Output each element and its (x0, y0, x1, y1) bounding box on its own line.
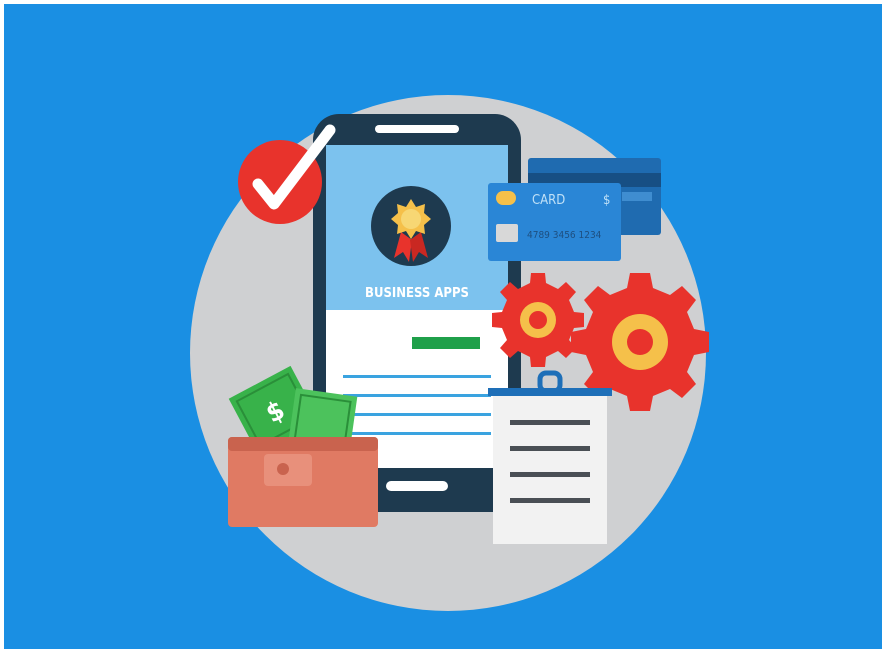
phone-title: BUSINESS APPS (365, 286, 469, 301)
award-badge-icon (371, 186, 451, 266)
text-line (343, 432, 491, 435)
card-symbol: $ (603, 193, 610, 208)
card-label: CARD (532, 193, 565, 208)
wallet-icon (228, 437, 378, 527)
phone-green-bar (412, 337, 480, 349)
text-line (343, 375, 491, 378)
business-apps-illustration: BUSINESS APPS CARD $ 4789 3456 1234 $ (190, 95, 709, 611)
illustration: BUSINESS APPS CARD $ 4789 3456 1234 $ (0, 0, 885, 653)
small-gear-icon (492, 273, 584, 367)
phone-home-button (386, 481, 448, 491)
clipboard-icon (488, 370, 612, 544)
text-line (343, 413, 491, 416)
text-line (343, 394, 491, 397)
phone-speaker (375, 125, 459, 133)
card-number: 4789 3456 1234 (527, 230, 602, 241)
